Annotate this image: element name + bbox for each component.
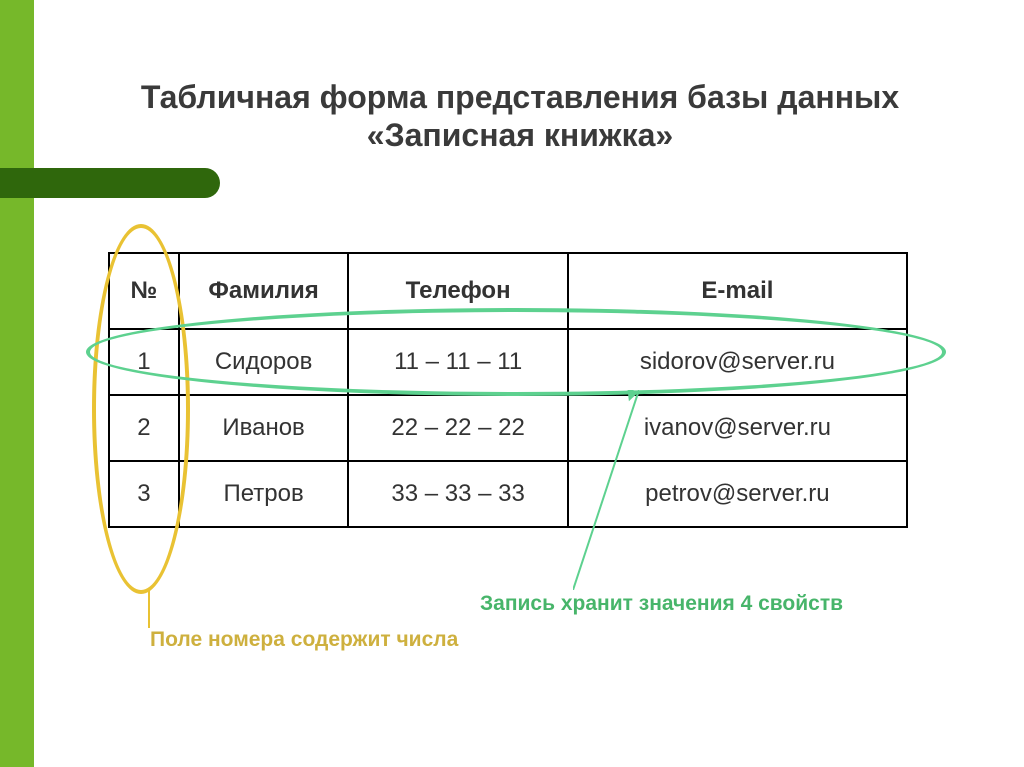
col-header-phone: Телефон: [348, 253, 567, 329]
cell-num: 3: [109, 461, 179, 527]
cell-email: petrov@server.ru: [568, 461, 907, 527]
row-callout-label: Запись хранит значения 4 свойств: [480, 592, 843, 616]
table-row: 2 Иванов 22 – 22 – 22 ivanov@server.ru: [109, 395, 907, 461]
data-table-wrap: № Фамилия Телефон E-mail 1 Сидоров 11 – …: [108, 252, 908, 528]
table-row: 1 Сидоров 11 – 11 – 11 sidorov@server.ru: [109, 329, 907, 395]
cell-num: 1: [109, 329, 179, 395]
cell-email: ivanov@server.ru: [568, 395, 907, 461]
cell-num: 2: [109, 395, 179, 461]
cell-surname: Иванов: [179, 395, 349, 461]
table-row: 3 Петров 33 – 33 – 33 petrov@server.ru: [109, 461, 907, 527]
cell-phone: 33 – 33 – 33: [348, 461, 567, 527]
cell-phone: 22 – 22 – 22: [348, 395, 567, 461]
cell-phone: 11 – 11 – 11: [348, 329, 567, 395]
col-header-surname: Фамилия: [179, 253, 349, 329]
slide-container: Табличная форма представления базы данны…: [0, 0, 1024, 767]
column-callout-connector: [148, 588, 150, 628]
cell-email: sidorov@server.ru: [568, 329, 907, 395]
table-header-row: № Фамилия Телефон E-mail: [109, 253, 907, 329]
col-header-num: №: [109, 253, 179, 329]
column-callout-label: Поле номера содержит числа: [150, 628, 458, 652]
cell-surname: Сидоров: [179, 329, 349, 395]
data-table: № Фамилия Телефон E-mail 1 Сидоров 11 – …: [108, 252, 908, 528]
col-header-email: E-mail: [568, 253, 907, 329]
cell-surname: Петров: [179, 461, 349, 527]
slide-title: Табличная форма представления базы данны…: [120, 78, 920, 155]
title-underline-pill: [0, 168, 220, 198]
